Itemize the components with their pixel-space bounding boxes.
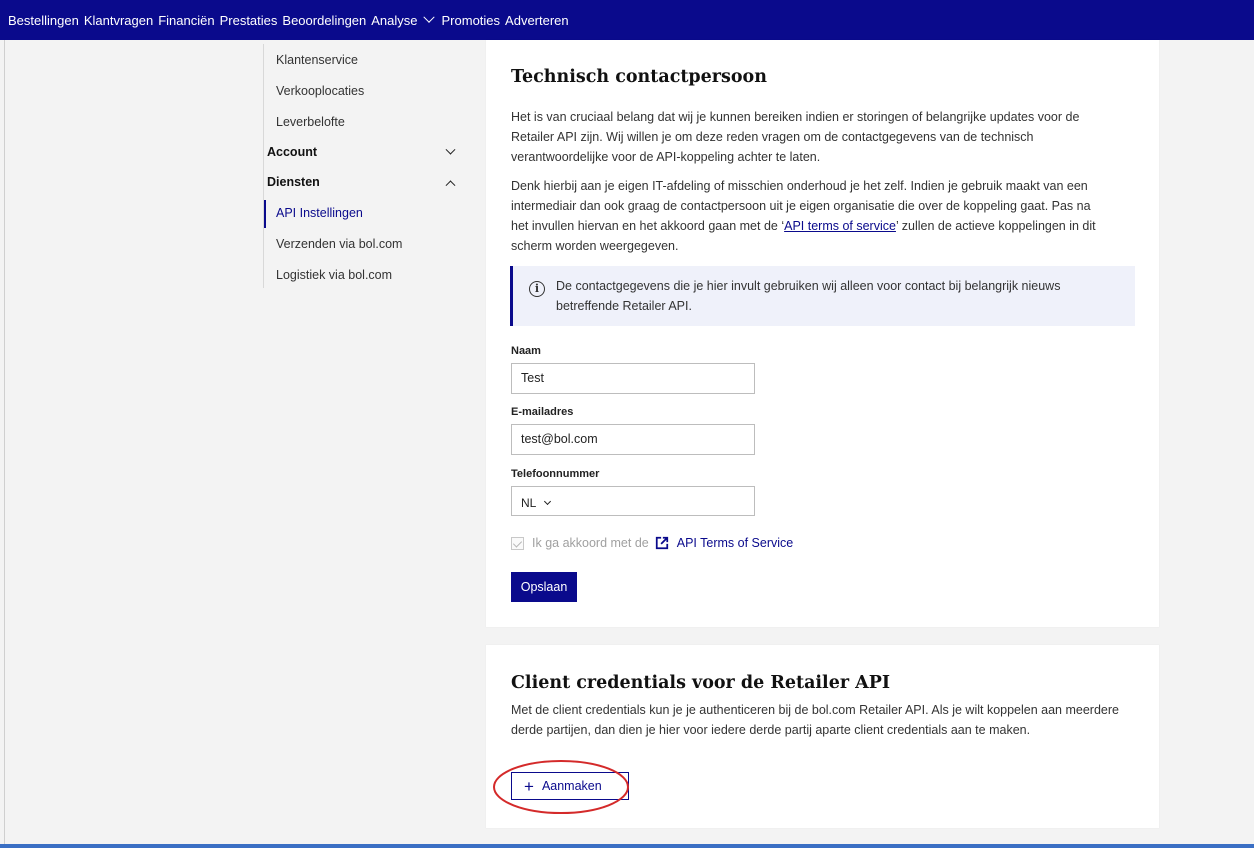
client-credentials-card: Client credentials voor de Retailer API … bbox=[486, 645, 1159, 828]
nav-bestellingen[interactable]: Bestellingen bbox=[8, 13, 79, 28]
terms-agreement: Ik ga akkoord met de API Terms of Servic… bbox=[511, 536, 793, 550]
nav-adverteren[interactable]: Adverteren bbox=[505, 13, 569, 28]
nav-analyse-label: Analyse bbox=[371, 12, 418, 28]
email-field[interactable]: test@bol.com bbox=[511, 424, 755, 455]
terms-checkbox[interactable] bbox=[511, 536, 524, 550]
external-link-icon bbox=[655, 536, 668, 550]
sidebar-item-verkooplocaties[interactable]: Verkooplocaties bbox=[276, 84, 364, 98]
nav-prestaties[interactable]: Prestaties bbox=[220, 13, 278, 28]
technical-contact-intro: Het is van cruciaal belang dat wij je ku… bbox=[511, 110, 1080, 164]
technical-contact-title: Technisch contactpersoon bbox=[511, 67, 767, 87]
chevron-down-icon bbox=[544, 497, 552, 506]
sidebar-group-diensten-label: Diensten bbox=[267, 175, 320, 189]
sidebar-item-klantenservice[interactable]: Klantenservice bbox=[276, 53, 358, 67]
info-notice: i De contactgegevens die je hier invult … bbox=[510, 266, 1135, 326]
nav-promoties[interactable]: Promoties bbox=[442, 13, 501, 28]
email-label: E-mailadres bbox=[511, 406, 574, 418]
chevron-down-icon bbox=[445, 144, 456, 155]
sidebar-group-account[interactable]: Account bbox=[267, 144, 462, 159]
sidebar-item-api-instellingen[interactable]: API Instellingen bbox=[276, 206, 363, 220]
technical-contact-description: Denk hierbij aan je eigen IT-afdeling of… bbox=[511, 176, 1111, 256]
chevron-down-icon bbox=[422, 11, 435, 23]
sidebar-item-verzenden[interactable]: Verzenden via bol.com bbox=[276, 237, 402, 251]
sidebar-item-logistiek[interactable]: Logistiek via bol.com bbox=[276, 268, 392, 282]
technical-contact-card: Technisch contactpersoon Het is van cruc… bbox=[486, 40, 1159, 627]
plus-icon: + bbox=[524, 776, 534, 796]
client-credentials-description: Met de client credentials kun je je auth… bbox=[511, 703, 1119, 737]
create-credentials-button[interactable]: + Aanmaken bbox=[511, 772, 629, 800]
terms-agreement-text: Ik ga akkoord met de bbox=[532, 536, 649, 550]
nav-beoordelingen[interactable]: Beoordelingen bbox=[282, 13, 366, 28]
terms-of-service-link[interactable]: API Terms of Service bbox=[677, 536, 793, 550]
sidebar-group-account-label: Account bbox=[267, 145, 317, 159]
sidebar-item-leverbelofte[interactable]: Leverbelofte bbox=[276, 115, 345, 129]
sidebar-group-diensten[interactable]: Diensten bbox=[267, 175, 462, 190]
nav-financien[interactable]: Financiën bbox=[158, 13, 214, 28]
bottom-border bbox=[0, 844, 1254, 848]
nav-klantvragen[interactable]: Klantvragen bbox=[84, 13, 153, 28]
api-terms-link[interactable]: API terms of service bbox=[784, 219, 896, 233]
create-credentials-label: Aanmaken bbox=[541, 779, 602, 793]
nav-analyse[interactable]: Analyse bbox=[371, 11, 436, 28]
phone-label: Telefoonnummer bbox=[511, 468, 600, 480]
sidebar: Klantenservice Verkooplocaties Leverbelo… bbox=[263, 44, 468, 288]
sidebar-active-indicator bbox=[264, 200, 266, 228]
chevron-up-icon bbox=[445, 179, 456, 190]
page-left-border bbox=[4, 40, 5, 844]
info-notice-text: De contactgegevens die je hier invult ge… bbox=[556, 279, 1061, 313]
name-field[interactable]: Test bbox=[511, 363, 755, 394]
client-credentials-title: Client credentials voor de Retailer API bbox=[511, 673, 891, 693]
top-navigation: Bestellingen Klantvragen Financiën Prest… bbox=[0, 0, 1254, 40]
name-label: Naam bbox=[511, 345, 541, 357]
phone-country-value: NL bbox=[521, 496, 536, 510]
save-button[interactable]: Opslaan bbox=[511, 572, 577, 602]
info-icon: i bbox=[529, 281, 545, 297]
phone-country-select[interactable]: NL bbox=[511, 486, 755, 516]
